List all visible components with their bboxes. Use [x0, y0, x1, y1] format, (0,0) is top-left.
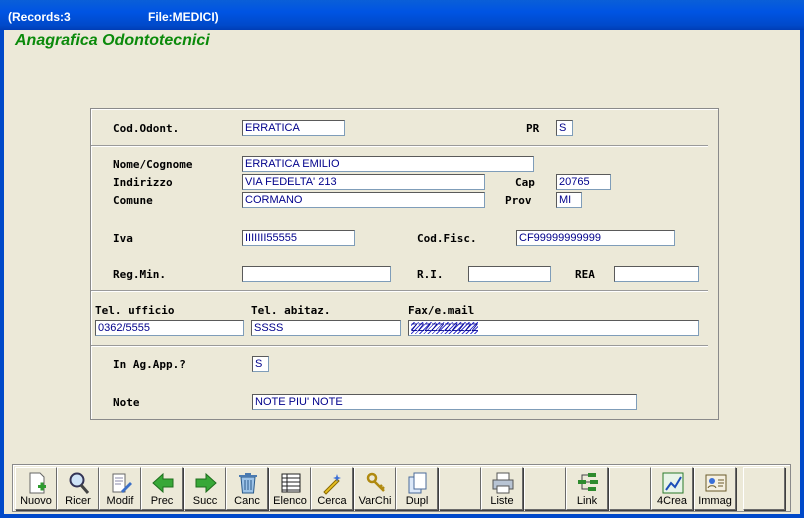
toolbar-button-link[interactable]: Link: [566, 467, 608, 510]
indirizzo-label: Indirizzo: [113, 176, 173, 189]
prov-field[interactable]: MI: [556, 192, 582, 208]
toolbar-button-label: Dupl: [405, 495, 429, 507]
toolbar-button-modif[interactable]: Modif: [99, 467, 141, 510]
cap-label: Cap: [515, 176, 535, 189]
search-wand-icon: [321, 471, 345, 495]
toolbar-button-canc[interactable]: Canc: [226, 467, 268, 510]
toolbar-button-label: Canc: [234, 495, 260, 507]
indirizzo-field[interactable]: VIA FEDELTA' 213: [242, 174, 485, 190]
tree-icon: [576, 471, 600, 495]
keys-icon: [364, 471, 388, 495]
trash-can-icon: [236, 471, 260, 495]
separator: [91, 145, 708, 147]
toolbar-button-empty[interactable]: [609, 467, 651, 510]
toolbar-button-empty[interactable]: [743, 467, 785, 510]
toolbar-button-label: Cerca: [317, 495, 347, 507]
window-border-right: [800, 30, 804, 518]
toolbar-button-immag[interactable]: Immag: [694, 467, 736, 510]
comune-label: Comune: [113, 194, 153, 207]
form-title: Anagrafica Odontotecnici: [15, 32, 210, 49]
tel-abitaz-label: Tel. abitaz.: [251, 304, 331, 317]
toolbar-button-cerca[interactable]: Cerca: [311, 467, 353, 510]
iva-field[interactable]: IIIIIII55555: [242, 230, 355, 246]
toolbar-button-label: Prec: [150, 495, 174, 507]
nome-field[interactable]: ERRATICA EMILIO: [242, 156, 534, 172]
toolbar-button-label: Modif: [106, 495, 134, 507]
tel-abitaz-field[interactable]: SSSS: [251, 320, 401, 336]
pr-field[interactable]: S: [556, 120, 573, 136]
toolbar-button-label: Link: [576, 495, 598, 507]
reg-min-field[interactable]: [242, 266, 391, 282]
toolbar-button-empty[interactable]: [439, 467, 481, 510]
prov-label: Prov: [505, 194, 532, 207]
pr-label: PR: [526, 122, 540, 135]
cap-field[interactable]: 20765: [556, 174, 611, 190]
arrow-left-icon: [151, 471, 175, 495]
toolbar-button-dupl[interactable]: Dupl: [396, 467, 438, 510]
toolbar-button-liste[interactable]: Liste: [481, 467, 523, 510]
reg-min-label: Reg.Min.: [113, 268, 166, 281]
tel-ufficio-label: Tel. ufficio: [95, 304, 175, 317]
record-panel: [90, 108, 719, 420]
cod-odont-field[interactable]: ERRATICA: [242, 120, 345, 136]
ri-field[interactable]: [468, 266, 551, 282]
toolbar-button-label: Immag: [698, 495, 732, 507]
iva-label: Iva: [113, 232, 133, 245]
file-name: File:MEDICI): [148, 10, 219, 24]
window-border-bottom: [0, 514, 804, 518]
records-count: (Records:3: [8, 10, 71, 24]
nome-label: Nome/Cognome: [113, 158, 193, 171]
toolbar-button-ricer[interactable]: Ricer: [57, 467, 99, 510]
chart-create-icon: [661, 471, 685, 495]
cod-fisc-field[interactable]: CF99999999999: [516, 230, 675, 246]
duplicate-icon: [406, 471, 430, 495]
fax-email-field[interactable]: ZZZZZZZZZZ: [408, 320, 699, 336]
toolbar-button-succ[interactable]: Succ: [184, 467, 226, 510]
cod-fisc-label: Cod.Fisc.: [417, 232, 477, 245]
toolbar-button-label: Liste: [490, 495, 514, 507]
separator: [91, 290, 708, 292]
fax-email-value: ZZZZZZZZZZ: [411, 322, 479, 334]
separator: [91, 345, 708, 347]
toolbar-button-label: VarChi: [358, 495, 392, 507]
toolbar-button-nuovo[interactable]: Nuovo: [15, 467, 57, 510]
toolbar-button-empty[interactable]: [524, 467, 566, 510]
toolbar-button-label: Elenco: [273, 495, 307, 507]
in-ag-app-label: In Ag.App.?: [113, 358, 186, 371]
magnifier-icon: [67, 471, 91, 495]
toolbar-button-label: Succ: [192, 495, 218, 507]
cod-odont-label: Cod.Odont.: [113, 122, 180, 135]
comune-field[interactable]: CORMANO: [242, 192, 485, 208]
tel-ufficio-field[interactable]: 0362/5555: [95, 320, 244, 336]
id-card-icon: [704, 471, 728, 495]
in-ag-app-field[interactable]: S: [252, 356, 269, 372]
toolbar-button-varchi[interactable]: VarChi: [354, 467, 396, 510]
rea-label: REA: [575, 268, 595, 281]
toolbar-button-4crea[interactable]: 4Crea: [651, 467, 693, 510]
new-document-icon: [25, 471, 49, 495]
toolbar-button-prec[interactable]: Prec: [141, 467, 183, 510]
fax-email-label: Fax/e.mail: [408, 304, 475, 317]
toolbar-button-label: Nuovo: [20, 495, 52, 507]
note-field[interactable]: NOTE PIU' NOTE: [252, 394, 637, 410]
list-table-icon: [279, 471, 303, 495]
rea-field[interactable]: [614, 266, 699, 282]
ri-label: R.I.: [417, 268, 444, 281]
toolbar-button-elenco[interactable]: Elenco: [269, 467, 311, 510]
toolbar-button-label: Ricer: [65, 495, 91, 507]
toolbar-button-label: 4Crea: [657, 495, 687, 507]
title-bar: (Records:3 File:MEDICI): [0, 0, 804, 30]
arrow-right-icon: [194, 471, 218, 495]
note-label: Note: [113, 396, 140, 409]
printer-icon: [491, 471, 515, 495]
edit-document-icon: [109, 471, 133, 495]
